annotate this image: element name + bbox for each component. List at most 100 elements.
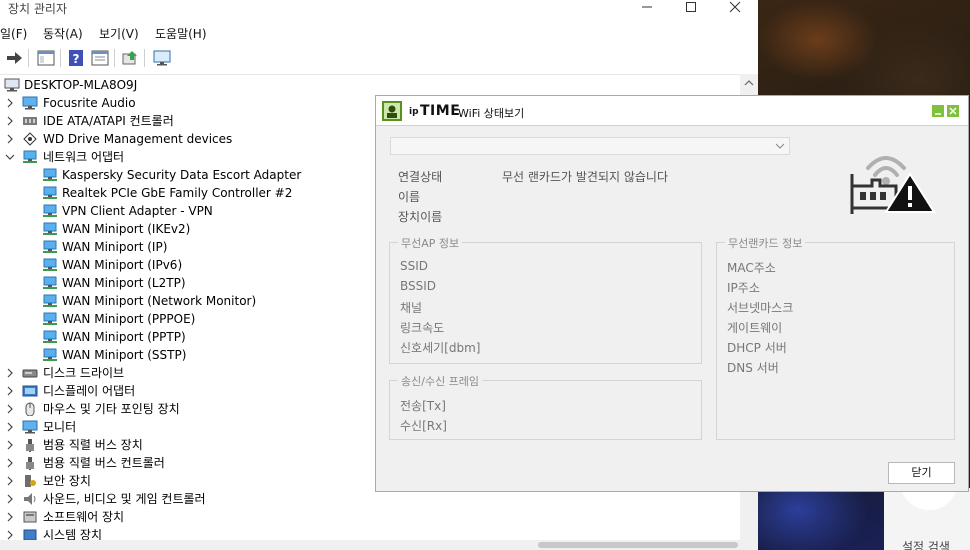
speaker-icon [24,493,36,505]
display-adapter-icon [22,385,38,397]
brand-time: TIME [420,103,461,119]
tree-item-label: WAN Miniport (IP) [62,240,168,254]
tree-item-label: 디스크 드라이브 [43,366,125,380]
window-title: 장치 관리자 [8,2,68,16]
tree-item-label: VPN Client Adapter - VPN [62,204,213,218]
monitor-icon [22,96,38,110]
tree-item-label: 디스플레이 어댑터 [43,384,136,398]
security-device-icon [25,475,36,487]
tree-item-label: WAN Miniport (PPTP) [62,330,186,344]
close-button[interactable]: 닫기 [888,462,955,484]
device-name-label: 장치이름 [398,210,443,224]
rx-label: 수신[Rx] [400,419,447,433]
ap-info-title: 무선AP 정보 [398,235,463,251]
tree-item-label: Kaspersky Security Data Escort Adapter [62,168,302,182]
bssid-label: BSSID [400,279,437,293]
dns-server-label: DNS 서버 [727,361,779,375]
tree-item-label: IDE ATA/ATAPI 컨트롤러 [43,114,174,128]
chevron-right-icon[interactable] [4,436,16,454]
monitor-icon [22,420,38,434]
subnet-mask-label: 서브넷마스크 [727,301,794,315]
link-speed-label: 링크속도 [400,321,445,335]
chevron-right-icon[interactable] [4,382,16,400]
network-adapter-icon [43,294,57,307]
chevron-right-icon[interactable] [4,418,16,436]
scroll-up-icon[interactable] [744,78,754,88]
tree-item-label: 보안 장치 [43,474,91,488]
tree-item[interactable]: 사운드, 비디오 및 게임 컨트롤러 [0,490,740,508]
tree-item-label: 범용 직렬 버스 장치 [43,438,143,452]
tree-item-label: DESKTOP-MLA8O9J [24,78,138,92]
network-adapter-icon [43,240,57,253]
connection-status-label: 연결상태 [398,170,443,184]
network-adapter-icon [43,204,57,217]
dialog-close-button[interactable] [947,105,959,117]
tree-item-label: 네트워크 어댑터 [43,150,125,164]
toolbar-separator [28,49,29,67]
toolbar-separator [60,49,61,67]
background-partial-text: 설정 검색 [902,540,950,550]
chevron-right-icon[interactable] [4,490,16,508]
chevron-right-icon[interactable] [4,364,16,382]
connection-status-value: 무선 랜카드가 발견되지 않습니다 [502,170,669,184]
horizontal-scrollbar[interactable] [0,540,740,550]
mac-address-label: MAC주소 [727,261,776,275]
close-icon [729,1,741,13]
update-driver-button[interactable] [120,48,140,68]
frame-group-title: 송신/수신 프레임 [398,373,483,389]
name-label: 이름 [398,190,421,204]
tree-item[interactable]: DESKTOP-MLA8O9J [0,76,740,94]
tree-item-label: WAN Miniport (SSTP) [62,348,187,362]
chevron-right-icon[interactable] [4,112,16,130]
tree-item[interactable]: 소프트웨어 장치 [0,508,740,526]
ap-info-group: 무선AP 정보 SSID BSSID 채널 링크속도 신호세기[dbm] [389,235,702,364]
chevron-right-icon[interactable] [4,472,16,490]
menu-help[interactable]: 도움말(H) [155,25,207,42]
drive-management-icon [23,132,37,146]
minimize-icon [935,113,941,115]
toolbar-separator [144,49,145,67]
adapter-select[interactable] [390,137,790,155]
horizontal-scroll-thumb[interactable] [538,542,738,548]
menu-file[interactable]: 일(F) [0,25,27,42]
show-hide-console-button[interactable] [36,48,56,68]
software-device-icon [23,511,37,523]
console-tree-icon [37,50,55,66]
tree-item-label: WAN Miniport (Network Monitor) [62,294,257,308]
nic-info-title: 무선랜카드 정보 [725,235,806,251]
dialog-minimize-button[interactable] [932,105,944,117]
iptime-logo-icon [382,101,402,121]
tree-item-label: WAN Miniport (IPv6) [62,258,183,272]
network-adapter-icon [43,168,57,181]
scan-monitor-icon [153,50,171,66]
dialog-title: WiFi 상태보기 [458,107,525,120]
menu-view[interactable]: 보기(V) [99,25,139,42]
chevron-down-icon[interactable] [4,148,16,166]
network-adapter-icon [43,312,57,325]
tree-item-label: Realtek PCIe GbE Family Controller #2 [62,186,293,200]
wifi-warning-icon [850,156,936,214]
scan-hardware-button[interactable] [152,48,172,68]
maximize-button[interactable] [668,0,714,14]
ide-controller-icon [23,117,37,125]
forward-button[interactable] [4,48,24,68]
chevron-right-icon[interactable] [4,130,16,148]
tree-item-label: WAN Miniport (PPPOE) [62,312,196,326]
update-driver-icon [122,51,137,65]
tree-item-label: WAN Miniport (IKEv2) [62,222,191,236]
menu-action[interactable]: 동작(A) [43,25,83,42]
chevron-right-icon[interactable] [4,454,16,472]
ssid-label: SSID [400,259,429,273]
tree-item-label: Focusrite Audio [43,96,136,110]
network-adapter-icon [43,186,57,199]
chevron-right-icon[interactable] [4,508,16,526]
network-adapter-icon [43,258,57,271]
toolbar-separator [114,49,115,67]
help-button[interactable]: ? [66,48,86,68]
chevron-right-icon[interactable] [4,94,16,112]
properties-button[interactable] [90,48,110,68]
properties-icon [91,50,109,66]
close-window-button[interactable] [712,0,758,14]
minimize-button[interactable] [624,0,670,14]
chevron-right-icon[interactable] [4,400,16,418]
